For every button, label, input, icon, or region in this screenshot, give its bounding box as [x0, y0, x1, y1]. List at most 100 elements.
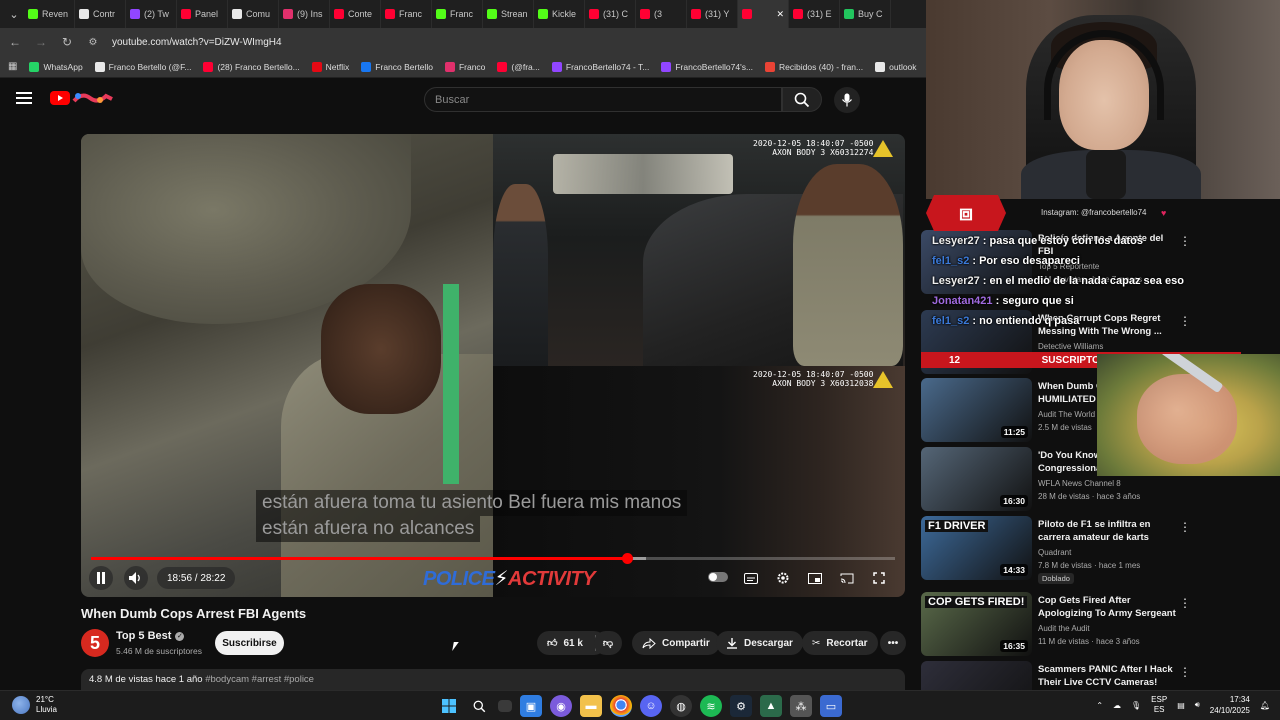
- download-button[interactable]: Descargar: [716, 631, 803, 655]
- channel-name[interactable]: Top 5 Best ✓: [116, 630, 185, 642]
- task-view-icon[interactable]: [498, 700, 512, 712]
- browser-tab[interactable]: Franc: [432, 0, 483, 28]
- chat-username[interactable]: Lesyer27: [932, 275, 980, 287]
- pause-button[interactable]: [89, 566, 113, 590]
- chevron-up-icon[interactable]: ⌃: [1096, 701, 1103, 710]
- browser-tab[interactable]: (2) Tw: [126, 0, 177, 28]
- description-box[interactable]: 4.8 M de vistas hace 1 año #bodycam #arr…: [81, 669, 905, 691]
- channel-avatar[interactable]: 5: [81, 629, 109, 657]
- app-icon[interactable]: ▲: [760, 695, 782, 717]
- weather-widget[interactable]: 21°C Lluvia: [12, 695, 57, 715]
- browser-tab[interactable]: Conte: [330, 0, 381, 28]
- browser-tab[interactable]: ✕: [738, 0, 789, 28]
- browser-tab[interactable]: Reven: [24, 0, 75, 28]
- subscribe-button[interactable]: Suscribirse: [215, 631, 284, 655]
- bookmark-item[interactable]: (@fra...: [497, 61, 540, 72]
- chat-username[interactable]: Lesyer27: [932, 235, 980, 247]
- video-thumbnail[interactable]: 16:30: [921, 447, 1032, 511]
- hashtags[interactable]: #bodycam #arrest #police: [205, 674, 314, 685]
- browser-tab[interactable]: Buy C: [840, 0, 891, 28]
- wifi-icon[interactable]: ▤: [1177, 701, 1185, 710]
- browser-tab[interactable]: Contr: [75, 0, 126, 28]
- video-thumbnail[interactable]: 11:25: [921, 378, 1032, 442]
- bookmark-item[interactable]: Franco Bertello (@F...: [94, 61, 191, 72]
- recommended-video[interactable]: F1 DRIVER 14:33 Piloto de F1 se infiltra e…: [921, 516, 1280, 584]
- bookmark-item[interactable]: FrancoBertello74 - T...: [551, 61, 649, 72]
- obs-icon[interactable]: ◍: [670, 695, 692, 717]
- recommended-channel[interactable]: Detective Williams: [1038, 342, 1103, 351]
- copilot-icon[interactable]: ◉: [550, 695, 572, 717]
- cast-button[interactable]: [835, 566, 859, 590]
- bookmark-item[interactable]: outlook: [875, 61, 917, 72]
- speaker-icon[interactable]: 🔊︎: [1195, 700, 1200, 710]
- recommended-title[interactable]: Scammers PANIC After I Hack Their Live C…: [1038, 663, 1176, 689]
- recommended-title[interactable]: Cop Gets Fired After Apologizing To Army…: [1038, 594, 1176, 620]
- file-explorer-icon[interactable]: ▬: [580, 695, 602, 717]
- search-input[interactable]: [425, 88, 781, 111]
- mic-tray-icon[interactable]: 🎙︎: [1131, 701, 1141, 710]
- bookmark-item[interactable]: WhatsApp: [29, 61, 83, 72]
- video-thumbnail[interactable]: F1 DRIVER 14:33: [921, 516, 1032, 580]
- language-indicator[interactable]: ESP ES: [1151, 695, 1167, 715]
- windows-start-icon[interactable]: [438, 695, 460, 717]
- browser-tab[interactable]: Panel: [177, 0, 228, 28]
- progress-bar[interactable]: [91, 553, 895, 564]
- dislike-button[interactable]: 👎︎: [594, 631, 622, 655]
- browser-tab[interactable]: (31) E: [789, 0, 840, 28]
- clock[interactable]: 17:34 24/10/2025: [1210, 694, 1250, 716]
- volume-button[interactable]: [124, 566, 148, 590]
- recommended-channel[interactable]: Audit The World: [1038, 410, 1095, 419]
- url-field[interactable]: youtube.com/watch?v=DiZW-WImgH4: [112, 37, 282, 48]
- network-app-icon[interactable]: ⁂: [790, 695, 812, 717]
- browser-tab[interactable]: (9) Ins: [279, 0, 330, 28]
- close-tab-icon[interactable]: ✕: [776, 9, 784, 20]
- voice-search-button[interactable]: [834, 87, 860, 113]
- forward-icon[interactable]: →: [34, 35, 48, 49]
- monitor-app-icon[interactable]: ▭: [820, 695, 842, 717]
- steam-icon[interactable]: ⚙: [730, 695, 752, 717]
- bookmark-item[interactable]: (28) Franco Bertello...: [203, 61, 300, 72]
- search-button[interactable]: [782, 87, 822, 112]
- cloud-icon[interactable]: ☁: [1113, 701, 1121, 710]
- taskbar-search-icon[interactable]: [468, 695, 490, 717]
- apps-grid-icon[interactable]: ▦: [8, 61, 17, 72]
- autoplay-toggle[interactable]: [708, 572, 728, 582]
- miniplayer-button[interactable]: [803, 566, 827, 590]
- youtube-logo[interactable]: [50, 90, 116, 106]
- more-vertical-icon[interactable]: ⋮: [1179, 520, 1191, 534]
- recommended-title[interactable]: Piloto de F1 se infiltra en carrera amat…: [1038, 518, 1176, 544]
- browser-tab[interactable]: (3: [636, 0, 687, 28]
- chat-username[interactable]: fel1_s2: [932, 315, 969, 327]
- share-button[interactable]: Compartir: [632, 631, 720, 655]
- browser-tab[interactable]: Comu: [228, 0, 279, 28]
- bookmark-item[interactable]: Recibidos (40) - fran...: [765, 61, 863, 72]
- tab-search-icon[interactable]: ⌄: [4, 4, 24, 24]
- browser-tab[interactable]: Franc: [381, 0, 432, 28]
- chat-username[interactable]: fel1_s2: [932, 255, 969, 267]
- discord-icon[interactable]: ☺: [640, 695, 662, 717]
- recommended-channel[interactable]: WFLA News Channel 8: [1038, 479, 1121, 488]
- browser-tab[interactable]: (31) C: [585, 0, 636, 28]
- more-vertical-icon[interactable]: ⋮: [1179, 665, 1191, 679]
- clip-button[interactable]: ✂ Recortar: [802, 631, 878, 655]
- more-actions-button[interactable]: •••: [880, 631, 906, 655]
- recommended-channel[interactable]: Audit the Audit: [1038, 624, 1090, 633]
- video-player[interactable]: 2020-12-05 18:40:07 -0500 AXON BODY 3 X6…: [81, 134, 905, 597]
- chrome-icon[interactable]: [610, 695, 632, 717]
- notification-bell-icon[interactable]: 🔔︎: [1260, 701, 1270, 710]
- menu-icon[interactable]: [16, 92, 32, 104]
- settings-button[interactable]: [771, 566, 795, 590]
- more-vertical-icon[interactable]: ⋮: [1179, 596, 1191, 610]
- fullscreen-button[interactable]: [867, 566, 891, 590]
- reload-icon[interactable]: ↻: [60, 35, 74, 49]
- video-thumbnail[interactable]: COP GETS FIRED! 16:35: [921, 592, 1032, 656]
- browser-tab[interactable]: Strean: [483, 0, 534, 28]
- store-icon[interactable]: ▣: [520, 695, 542, 717]
- recommended-video[interactable]: COP GETS FIRED! 16:35 Cop Gets Fired After…: [921, 592, 1280, 656]
- bookmark-item[interactable]: Franco: [444, 61, 485, 72]
- site-info-icon[interactable]: ⚙: [86, 37, 100, 48]
- bookmark-item[interactable]: FrancoBertello74's...: [661, 61, 753, 72]
- spotify-icon[interactable]: ≋: [700, 695, 722, 717]
- bookmark-item[interactable]: Netflix: [311, 61, 349, 72]
- chat-username[interactable]: Jonatan421: [932, 295, 993, 307]
